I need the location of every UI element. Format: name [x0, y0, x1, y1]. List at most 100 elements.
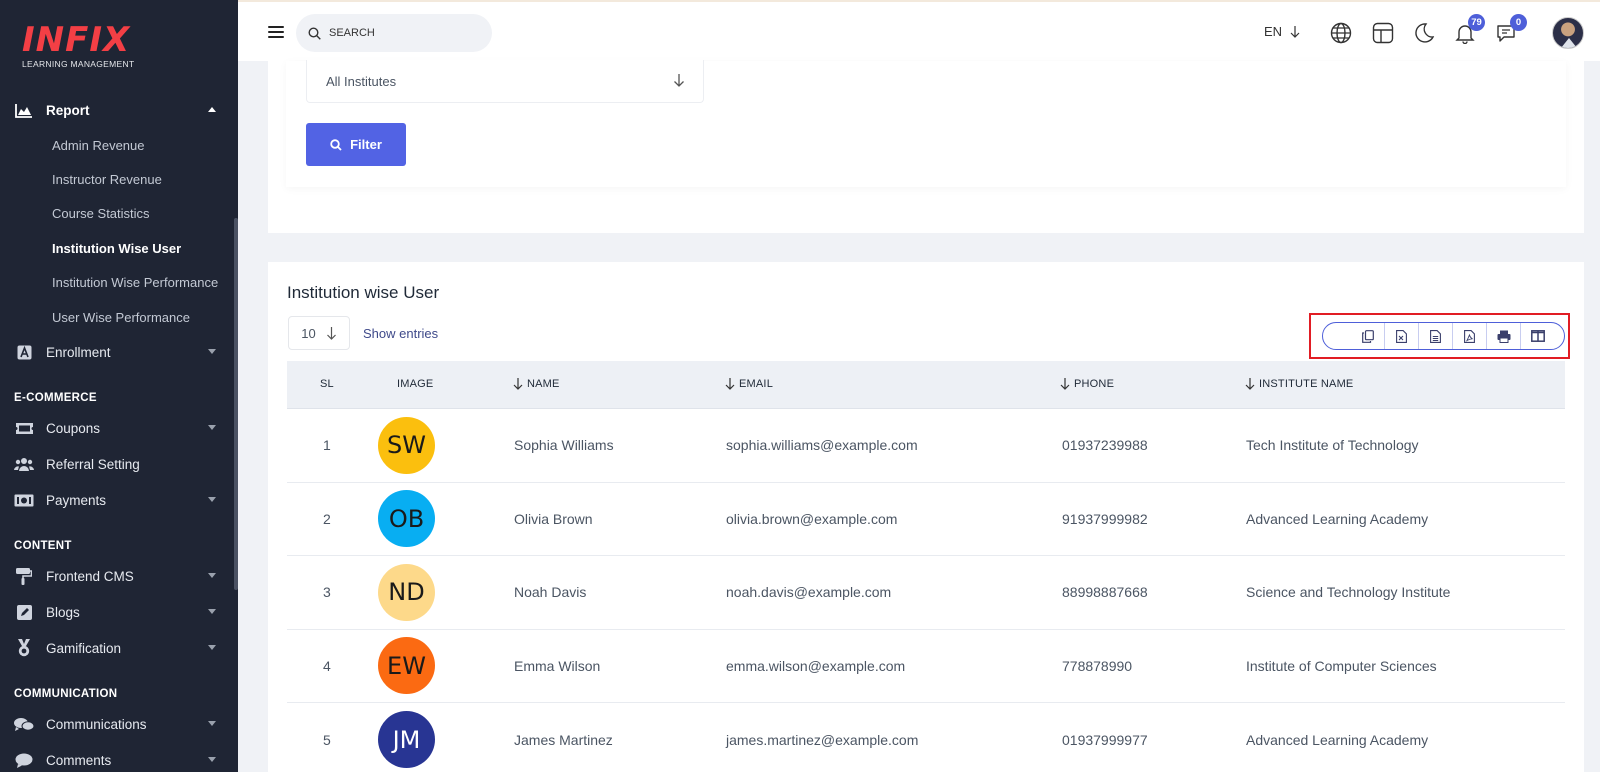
section-ecommerce: E-COMMERCE	[14, 392, 97, 405]
column-label: PHONE	[1074, 378, 1115, 390]
sidebar-item-admin-revenue[interactable]: Admin Revenue	[0, 128, 238, 162]
sidebar-item-label: Enrollment	[46, 344, 111, 360]
notifications-badge: 79	[1468, 14, 1485, 31]
csv-button[interactable]	[1419, 323, 1453, 349]
row-phone: 88998887668	[1062, 584, 1148, 601]
sidebar-item-frontend-cms[interactable]: Frontend CMS	[0, 558, 238, 594]
excel-icon	[1396, 329, 1407, 343]
sort-arrow-icon	[513, 378, 523, 390]
search-box[interactable]	[296, 14, 492, 52]
top-header: EN 79 0	[238, 0, 1600, 61]
logo[interactable]: INFIX LEARNING MANAGEMENT	[22, 22, 134, 69]
csv-icon	[1430, 329, 1441, 343]
row-institute: Advanced Learning Academy	[1246, 510, 1429, 527]
row-name: Sophia Williams	[514, 437, 614, 454]
pdf-button[interactable]	[1453, 323, 1487, 349]
sidebar-item-institution-wise-performance[interactable]: Institution Wise Performance	[0, 266, 238, 300]
sidebar-item-instructor-revenue[interactable]: Instructor Revenue	[0, 162, 238, 196]
row-email: olivia.brown@example.com	[726, 510, 898, 527]
copy-button[interactable]	[1351, 323, 1385, 349]
table-row: 4 EW Emma Wilson emma.wilson@example.com…	[287, 630, 1565, 703]
caret-down-icon	[208, 645, 216, 651]
row-phone: 01937999977	[1062, 731, 1148, 748]
print-button[interactable]	[1487, 323, 1521, 349]
arrow-down-icon	[326, 326, 336, 340]
sidebar-item-label: Gamification	[46, 640, 122, 656]
notifications-button[interactable]: 79	[1454, 14, 1485, 45]
sidebar-item-enrollment[interactable]: Enrollment	[0, 334, 238, 370]
search-icon	[330, 138, 342, 151]
user-avatar-initials: ND	[378, 563, 435, 621]
row-email: emma.wilson@example.com	[726, 657, 906, 674]
sidebar-item-report[interactable]: Report	[0, 92, 238, 128]
sort-arrow-icon	[1245, 378, 1255, 390]
sidebar-item-coupons[interactable]: Coupons	[0, 410, 238, 446]
chart-area-icon	[14, 102, 34, 118]
messages-badge: 0	[1510, 14, 1527, 31]
language-label: EN	[1264, 24, 1283, 39]
caret-up-icon	[208, 107, 216, 112]
sidebar-item-user-wise-performance[interactable]: User Wise Performance	[0, 300, 238, 334]
arrow-down-icon	[1290, 25, 1300, 38]
caret-down-icon	[208, 573, 216, 579]
sidebar-item-comments[interactable]: Comments	[0, 742, 238, 772]
column-header-image[interactable]: IMAGE	[397, 378, 433, 390]
column-label: NAME	[527, 378, 560, 390]
table-header: SL IMAGE NAME EMAIL PHONE INSTITUTE NAME	[287, 361, 1565, 409]
column-header-institute[interactable]: INSTITUTE NAME	[1245, 378, 1353, 390]
edit-icon	[14, 604, 34, 620]
sidebar-nav: Report Admin Revenue Instructor Revenue …	[0, 92, 238, 772]
search-input[interactable]	[329, 27, 479, 39]
caret-down-icon	[208, 757, 216, 763]
sidebar-item-label: Blogs	[46, 604, 80, 620]
sidebar-item-payments[interactable]: Payments	[0, 482, 238, 518]
columns-button[interactable]	[1521, 323, 1555, 349]
columns-icon	[1531, 330, 1545, 342]
sidebar-item-blogs[interactable]: Blogs	[0, 594, 238, 630]
table-row: 3 ND Noah Davis noah.davis@example.com 8…	[287, 556, 1565, 630]
row-email: noah.davis@example.com	[726, 584, 892, 601]
row-name: Emma Wilson	[514, 657, 601, 674]
column-header-email[interactable]: EMAIL	[725, 378, 773, 390]
filter-button[interactable]: Filter	[306, 123, 406, 166]
globe-icon[interactable]	[1330, 22, 1352, 44]
layout-icon[interactable]	[1372, 22, 1394, 44]
table-title: Institution wise User	[287, 283, 440, 302]
user-avatar-initials: OB	[378, 490, 435, 548]
sidebar-item-institution-wise-user[interactable]: Institution Wise User	[0, 231, 238, 265]
excel-button[interactable]	[1385, 323, 1419, 349]
sidebar-scrollbar[interactable]	[234, 218, 238, 590]
sidebar-item-course-statistics[interactable]: Course Statistics	[0, 197, 238, 231]
row-institute: Institute of Computer Sciences	[1246, 657, 1437, 674]
column-header-phone[interactable]: PHONE	[1060, 378, 1114, 390]
show-entries-label: Show entries	[363, 326, 439, 341]
user-avatar[interactable]	[1552, 17, 1584, 49]
comment-icon	[14, 752, 34, 768]
user-avatar-initials: JM	[378, 711, 435, 769]
language-selector[interactable]: EN	[1264, 24, 1300, 39]
page-size-select[interactable]: 10	[288, 316, 350, 350]
comments-icon	[14, 716, 34, 732]
menu-toggle-icon[interactable]	[268, 26, 284, 41]
column-label: IMAGE	[397, 378, 434, 390]
row-sl: 1	[323, 437, 331, 454]
user-avatar-initials: EW	[378, 637, 435, 695]
sidebar: INFIX LEARNING MANAGEMENT Report Admin R…	[0, 0, 238, 772]
institute-select[interactable]: All Institutes	[306, 60, 704, 103]
copy-icon	[1361, 329, 1374, 343]
section-communication: COMMUNICATION	[14, 688, 118, 701]
row-sl: 2	[323, 510, 331, 527]
sidebar-item-referral-setting[interactable]: Referral Setting	[0, 446, 238, 482]
sidebar-item-label: Referral Setting	[46, 456, 140, 472]
column-header-name[interactable]: NAME	[513, 378, 560, 390]
page-size-value: 10	[301, 325, 316, 341]
row-phone: 91937999982	[1062, 510, 1148, 527]
column-header-sl[interactable]: SL	[320, 378, 334, 390]
sidebar-item-communications[interactable]: Communications	[0, 706, 238, 742]
caret-down-icon	[208, 349, 216, 355]
sidebar-item-gamification[interactable]: Gamification	[0, 630, 238, 666]
moon-icon[interactable]	[1413, 22, 1435, 44]
users-icon	[14, 456, 34, 472]
messages-button[interactable]: 0	[1496, 14, 1527, 44]
sort-arrow-icon	[1060, 378, 1070, 390]
